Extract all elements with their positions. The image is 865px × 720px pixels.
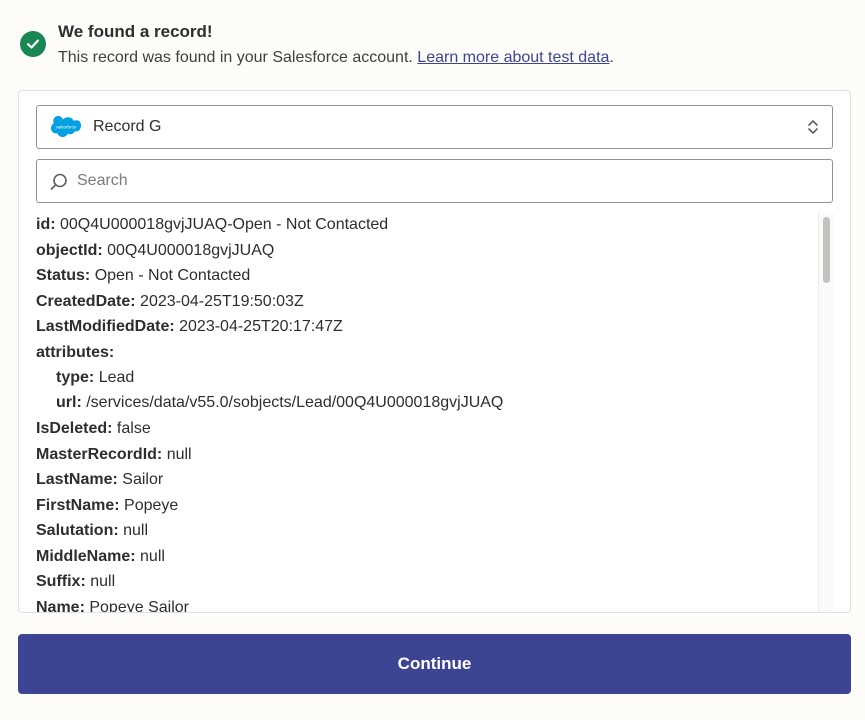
record-select-value: Record G: [93, 118, 162, 135]
search-icon: [49, 172, 69, 197]
record-select[interactable]: salesforce Record G: [36, 105, 833, 149]
record-field-url: url: /services/data/v55.0/sobjects/Lead/…: [56, 391, 503, 415]
field-value: false: [116, 420, 151, 437]
record-field-type: type: Lead: [56, 366, 134, 390]
field-value: Open - Not Contacted: [94, 267, 251, 284]
field-value: null: [140, 547, 165, 565]
field-value: /services/data/v55.0/sobjects/Lead/00Q4U…: [86, 394, 504, 411]
record-field-isdeleted: IsDeleted: false: [36, 417, 151, 441]
field-key: attributes:: [36, 343, 115, 361]
record-field-suffix: Suffix: null: [36, 570, 115, 594]
banner-text: This record was found in your Salesforce…: [58, 49, 413, 66]
record-field-status: Status: Open - Not Contacted: [36, 264, 250, 288]
chevron-up-down-icon: [806, 117, 820, 142]
banner-title: We found a record!: [58, 22, 213, 41]
field-key: objectId:: [36, 241, 103, 259]
field-key: FirstName:: [36, 496, 120, 514]
field-value: 2023-04-25T19:50:03Z: [140, 292, 304, 310]
field-value: null: [166, 445, 192, 463]
field-key: MiddleName:: [36, 547, 136, 565]
banner-trailing: .: [609, 49, 614, 66]
field-key: id:: [36, 216, 56, 233]
record-field-lastname: LastName: Sailor: [36, 468, 163, 492]
field-value: null: [90, 573, 116, 590]
field-value: Popeye Sailor: [89, 598, 189, 613]
field-key: Suffix:: [36, 573, 86, 590]
field-value: Lead: [98, 368, 135, 386]
record-field-middlename: MiddleName: null: [36, 545, 165, 569]
field-value: null: [123, 522, 149, 539]
learn-more-link[interactable]: Learn more about test data: [417, 49, 609, 66]
field-key: type:: [56, 368, 95, 386]
continue-button[interactable]: Continue: [18, 634, 851, 694]
record-panel: salesforce Record G id: 00Q4U000018gvjJU…: [18, 90, 851, 613]
check-circle-icon: [20, 31, 46, 57]
record-field-attributes: attributes:: [36, 341, 114, 365]
field-value: 00Q4U000018gvjJUAQ: [107, 241, 275, 259]
field-key: Name:: [36, 598, 85, 613]
field-key: IsDeleted:: [36, 420, 113, 437]
success-banner: We found a record! This record was found…: [20, 20, 840, 70]
banner-message: This record was found in your Salesforce…: [58, 49, 614, 67]
record-field-lastmodifieddate: LastModifiedDate: 2023-04-25T20:17:47Z: [36, 315, 343, 339]
field-value: Sailor: [122, 471, 164, 488]
salesforce-logo-text: salesforce: [56, 125, 77, 130]
record-field-firstname: FirstName: Popeye: [36, 494, 178, 518]
salesforce-logo-icon: salesforce: [51, 116, 81, 143]
scrollbar-thumb[interactable]: [823, 217, 830, 283]
field-key: url:: [56, 394, 82, 411]
field-key: MasterRecordId:: [36, 445, 163, 463]
field-key: CreatedDate:: [36, 292, 136, 310]
search-input[interactable]: [77, 168, 817, 194]
record-field-id: id: 00Q4U000018gvjJUAQ-Open - Not Contac…: [36, 213, 388, 237]
record-fields-list: id: 00Q4U000018gvjJUAQ-Open - Not Contac…: [36, 213, 816, 613]
field-key: LastModifiedDate:: [36, 318, 175, 335]
field-value: Popeye: [124, 496, 179, 514]
field-key: LastName:: [36, 471, 118, 488]
record-field-createddate: CreatedDate: 2023-04-25T19:50:03Z: [36, 290, 304, 314]
record-field-masterrecordid: MasterRecordId: null: [36, 443, 192, 467]
field-value: 2023-04-25T20:17:47Z: [179, 318, 343, 335]
field-value: 00Q4U000018gvjJUAQ-Open - Not Contacted: [60, 216, 389, 233]
field-key: Status:: [36, 267, 91, 284]
record-field-name: Name: Popeye Sailor: [36, 596, 189, 613]
field-key: Salutation:: [36, 522, 119, 539]
record-field-objectid: objectId: 00Q4U000018gvjJUAQ: [36, 239, 274, 263]
search-box[interactable]: [36, 159, 833, 203]
record-field-salutation: Salutation: null: [36, 519, 148, 543]
record-list-scrollbar[interactable]: [818, 213, 834, 612]
